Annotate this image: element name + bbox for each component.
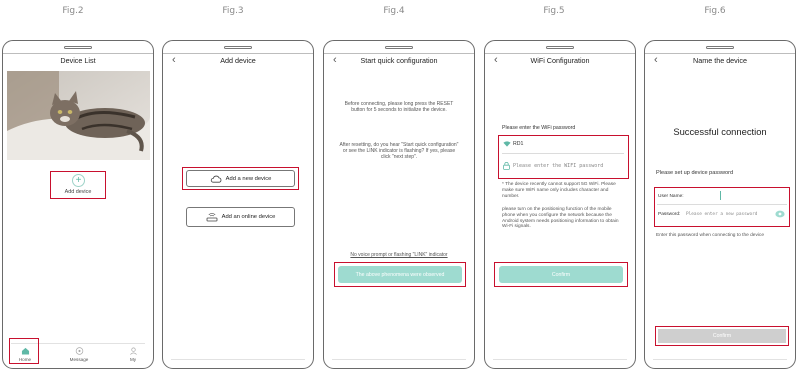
- cloud-icon: [210, 175, 221, 183]
- add-new-device-label: Add a new device: [225, 175, 272, 182]
- 5g-warning-note: * The device recently cannot support 5G …: [502, 182, 616, 199]
- tab-message[interactable]: Message: [59, 347, 99, 362]
- message-icon: [75, 347, 83, 355]
- phone-speaker: [546, 46, 574, 49]
- new-password-input[interactable]: Please enter a new password: [686, 212, 757, 217]
- username-label: User Name:: [658, 194, 684, 199]
- tab-home-label: Home: [18, 357, 32, 362]
- tab-my-label: My: [129, 357, 137, 362]
- add-device-label[interactable]: Add device: [52, 189, 104, 195]
- fig-label-3: Fig.3: [222, 6, 244, 16]
- fig-label-2: Fig.2: [62, 6, 84, 16]
- wifi-password-input[interactable]: Please enter the WIFI password: [513, 163, 603, 169]
- confirm-button[interactable]: Confirm: [658, 329, 786, 343]
- phone-speaker: [385, 46, 413, 49]
- page-title: Add device: [220, 56, 256, 65]
- credentials-highlight: [654, 187, 790, 227]
- fig-label-4: Fig.4: [383, 6, 405, 16]
- router-icon: [206, 213, 217, 222]
- add-new-device-button[interactable]: Add a new device: [186, 170, 295, 187]
- add-device-plus-icon[interactable]: +: [72, 174, 85, 187]
- wifi-name[interactable]: RD1: [513, 141, 523, 147]
- eye-icon[interactable]: [775, 210, 785, 218]
- password-hint: Enter this password when connecting to t…: [656, 233, 764, 238]
- reset-instruction-text: Before connecting, please long press the…: [344, 101, 454, 114]
- no-voice-prompt-link[interactable]: No voice prompt or flashing "LINK" indic…: [330, 252, 468, 258]
- user-icon: [129, 347, 137, 355]
- lock-icon: [503, 162, 510, 170]
- phone-wifi-config: ‹ WiFi Configuration Please enter the Wi…: [484, 40, 636, 369]
- password-label: Password:: [658, 212, 681, 217]
- phone-speaker: [706, 46, 734, 49]
- add-online-device-label: Add an online device: [221, 214, 276, 220]
- username-input-cursor[interactable]: [720, 191, 722, 200]
- tab-my[interactable]: My: [113, 347, 153, 362]
- tab-home[interactable]: Home: [5, 347, 45, 362]
- phone-device-list: Device List + Add device Home Message My: [2, 40, 154, 369]
- wifi-icon: [503, 141, 511, 147]
- phone-name-device: ‹ Name the device Successful connection …: [644, 40, 796, 369]
- fig-label-5: Fig.5: [543, 6, 565, 16]
- phone-speaker: [224, 46, 252, 49]
- device-camera-thumbnail[interactable]: [7, 71, 150, 160]
- confirm-button[interactable]: Confirm: [499, 266, 623, 283]
- confirm-reset-question: After resetting, do you hear "Start quic…: [339, 142, 459, 161]
- positioning-note: please turn on the positioning function …: [502, 207, 619, 230]
- page-title: Device List: [60, 56, 96, 65]
- home-icon: [21, 347, 29, 355]
- tab-message-label: Message: [69, 357, 89, 362]
- phone-speaker: [64, 46, 92, 49]
- phone-quick-config: ‹ Start quick configuration Before conne…: [323, 40, 475, 369]
- page-title: Name the device: [693, 56, 747, 65]
- page-title: Start quick configuration: [360, 56, 438, 65]
- phone-add-device: ‹ Add device Add a new device Add an onl…: [162, 40, 314, 369]
- phenomena-observed-button[interactable]: The above phenomena were observed: [338, 266, 462, 283]
- cat-photo-image: [7, 71, 150, 160]
- page-title: WiFi Configuration: [530, 56, 590, 65]
- add-online-device-button[interactable]: Add an online device: [186, 207, 295, 227]
- set-password-label: Please set up device password: [656, 170, 734, 176]
- success-heading: Successful connection: [673, 126, 767, 137]
- fig-label-6: Fig.6: [704, 6, 726, 16]
- enter-wifi-password-label: Please enter the WiFi password: [502, 125, 576, 131]
